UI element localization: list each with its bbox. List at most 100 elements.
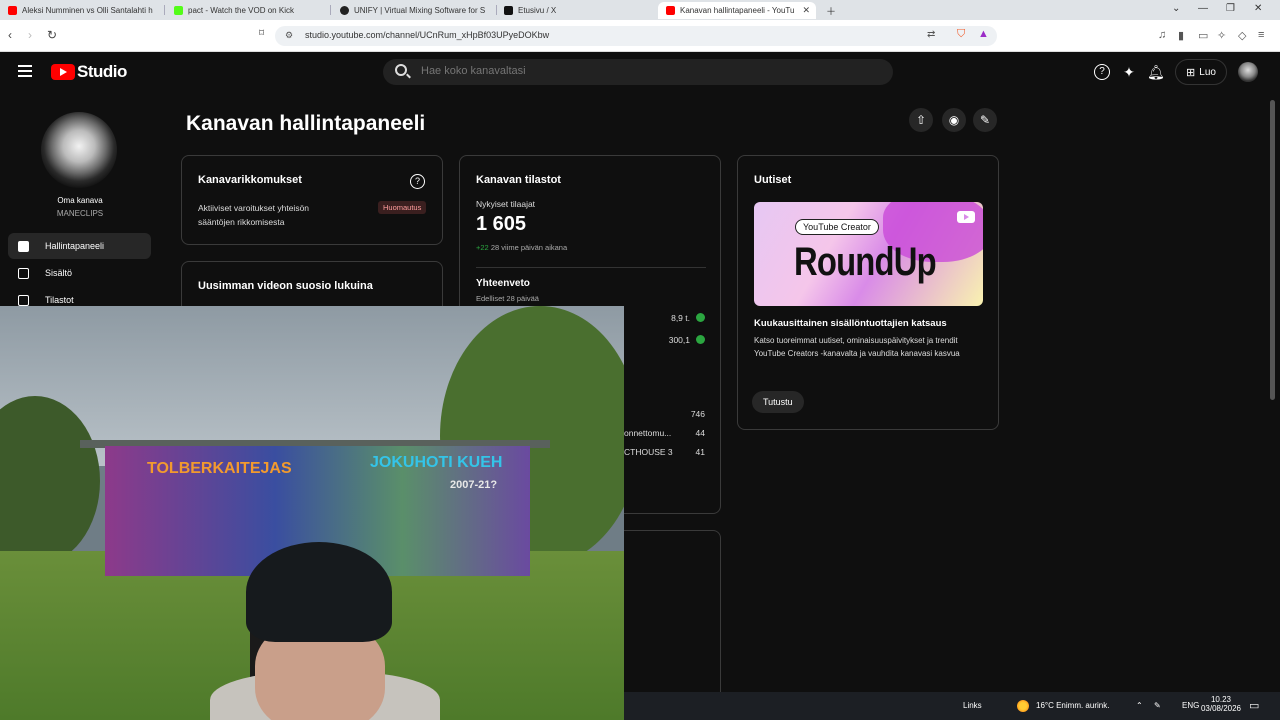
youtube-favicon-icon [8, 6, 17, 15]
top-video-title[interactable]: onnettomu... [624, 428, 671, 438]
youtube-favicon-icon [666, 6, 675, 15]
account-avatar[interactable] [1238, 62, 1258, 82]
summary-period: Edelliset 28 päivää [476, 294, 539, 303]
sidebar-item-dashboard[interactable]: Hallintapaneeli [8, 233, 151, 259]
summary-value: 8,9 t. [671, 313, 690, 323]
explore-button[interactable]: Tutustu [752, 391, 804, 413]
links-toolbar[interactable]: Links [963, 701, 982, 710]
channel-avatar[interactable] [41, 112, 117, 188]
sidebar-item-label: Sisältö [45, 268, 73, 278]
notification-center-icon[interactable]: ▭ [1249, 699, 1259, 712]
subscribers-label: Nykyiset tilaajat [476, 199, 536, 209]
search-icon[interactable] [395, 64, 407, 76]
leo-ai-icon[interactable]: ✧ [1217, 29, 1226, 42]
weather-sun-icon[interactable] [1017, 700, 1029, 712]
sidebar-item-content[interactable]: Sisältö [8, 260, 151, 286]
clock-date: 03/08/2026 [1200, 704, 1242, 713]
vpn-icon[interactable]: ◇ [1238, 29, 1246, 42]
subscriber-change-period: 28 viime päivän aikana [490, 243, 568, 252]
sidebar-toggle-icon[interactable]: ▮ [1178, 29, 1184, 42]
create-post-icon[interactable]: ✎ [973, 108, 997, 132]
new-tab-icon[interactable]: ＋ [826, 3, 836, 18]
spark-ai-icon[interactable]: ✦ [1121, 64, 1137, 80]
studio-logo-text[interactable]: Studio [77, 62, 127, 82]
channel-violations-card: Kanavarikkomukset ? Aktiiviset varoituks… [181, 155, 443, 245]
news-headline: Kuukausittainen sisällöntuottajien katsa… [754, 318, 947, 329]
translate-icon[interactable]: ⇄ [927, 29, 935, 40]
weather-text[interactable]: 16°C Enimm. aurink. [1036, 701, 1109, 710]
search-bar[interactable] [383, 59, 893, 85]
tab-title: pact - Watch the VOD on Kick [188, 6, 294, 15]
reload-icon[interactable]: ↻ [47, 28, 57, 42]
news-thumbnail[interactable]: YouTube Creator RoundUp [754, 202, 983, 306]
x-favicon-icon [504, 6, 513, 15]
media-icon[interactable]: ♫ [1158, 29, 1166, 41]
hamburger-menu-icon[interactable] [18, 65, 32, 77]
summary-title: Yhteenveto [476, 278, 530, 289]
chevron-up-icon[interactable]: ⌃ [1136, 701, 1143, 710]
top-video-title[interactable]: CTHOUSE 3 [624, 447, 673, 457]
trend-up-icon [696, 335, 705, 344]
wallet-icon[interactable]: ▭ [1198, 29, 1208, 42]
studio-header: Studio ? ✦ 🔔︎ ⊞ Luo [0, 52, 1280, 92]
card-title: Uusimman videon suosio lukuina [198, 280, 373, 292]
clock[interactable]: 10.23 03/08/2026 [1199, 695, 1243, 713]
tab-title: Kanavan hallintapaneeli - YouTube [680, 6, 795, 15]
language-indicator[interactable]: ENG [1182, 701, 1199, 710]
tab-title: UNIFY | Virtual Mixing Software for S [354, 6, 486, 15]
browser-tab[interactable]: UNIFY | Virtual Mixing Software for S [332, 2, 492, 19]
help-icon[interactable]: ? [1094, 64, 1110, 80]
upload-icon[interactable]: ⇧ [909, 108, 933, 132]
unify-favicon-icon [340, 6, 349, 15]
site-info-icon[interactable]: ⚙ [285, 30, 293, 41]
windows-taskbar: Links 16°C Enimm. aurink. ⌃ ✎ ENG 10.23 … [624, 692, 1280, 720]
top-video-value: 44 [695, 428, 705, 438]
go-live-icon[interactable]: ◉ [942, 108, 966, 132]
menu-icon[interactable]: ≡ [1258, 29, 1264, 41]
summary-watch-time: 8,9 t. [671, 313, 705, 323]
brave-shield-icon[interactable]: ⛉ [957, 28, 965, 41]
graffiti-text: JOKUHOTI KUEH [370, 454, 503, 471]
youtube-logo-icon[interactable] [51, 64, 75, 80]
kick-favicon-icon [174, 6, 183, 15]
minimize-icon[interactable]: — [1198, 3, 1208, 14]
tab-divider [330, 5, 331, 15]
graffiti-text: 2007-21? [450, 479, 498, 491]
browser-tab[interactable]: Etusivu / X [496, 2, 656, 19]
news-description: Katso tuoreimmat uutiset, ominaisuuspäiv… [754, 336, 960, 358]
clock-time: 10.23 [1210, 695, 1232, 704]
browser-tab[interactable]: pact - Watch the VOD on Kick [166, 2, 326, 19]
pen-icon[interactable]: ✎ [1154, 701, 1161, 710]
window-close-icon[interactable]: ✕ [1254, 3, 1262, 14]
video-camera-plus-icon: ⊞ [1186, 66, 1196, 79]
close-tab-icon[interactable]: ✕ [802, 5, 810, 16]
create-button[interactable]: ⊞ Luo [1175, 59, 1227, 85]
browser-tab-active[interactable]: Kanavan hallintapaneeli - YouTube ✕ [658, 2, 816, 19]
help-icon[interactable]: ? [410, 174, 425, 189]
scrollbar[interactable] [1270, 100, 1275, 400]
back-icon[interactable]: ‹ [8, 28, 12, 42]
notifications-bell-icon[interactable]: 🔔︎ [1147, 64, 1165, 80]
restore-icon[interactable]: ❐ [1226, 3, 1235, 14]
summary-subscribers: 300,1 [669, 335, 705, 345]
sidebar-item-label: Hallintapaneeli [45, 241, 105, 251]
rewards-icon[interactable]: ▲ [978, 28, 989, 40]
tab-title: Etusivu / X [518, 6, 557, 15]
bookmark-icon[interactable]: ⌑ [259, 28, 264, 39]
violations-text: Aktiiviset varoitukset yhteisön sääntöje… [198, 203, 310, 227]
content-icon [18, 267, 29, 279]
browser-tab[interactable]: Aleksi Numminen vs Olli Santalahti h [0, 2, 160, 19]
channel-name: MANECLIPS [56, 209, 104, 218]
forward-icon[interactable]: › [28, 28, 32, 42]
tab-search-icon[interactable]: ⌄ [1172, 3, 1180, 14]
streamer [210, 542, 440, 720]
subscriber-change: +22 [476, 243, 489, 252]
create-label: Luo [1199, 66, 1216, 78]
sidebar-item-label: Tilastot [45, 295, 74, 305]
channel-label: Oma kanava [57, 196, 103, 205]
search-input[interactable] [421, 65, 881, 77]
url-text: studio.youtube.com/channel/UCnRum_xHpBf0… [305, 30, 550, 40]
trend-up-icon [696, 313, 705, 322]
address-bar[interactable]: ⚙ studio.youtube.com/channel/UCnRum_xHpB… [275, 26, 997, 46]
summary-value: 300,1 [668, 335, 690, 345]
